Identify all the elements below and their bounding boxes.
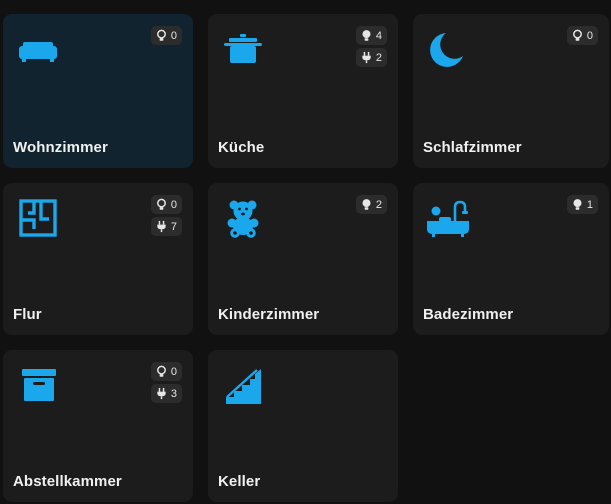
plugs-count: 3 [170,387,177,400]
room-card-wohnzimmer[interactable]: 0 Wohnzimmer [3,14,193,168]
room-name: Schlafzimmer [423,139,522,156]
room-card-abstellkammer[interactable]: 0 3 Abstellkammer [3,350,193,502]
room-card-schlafzimmer[interactable]: 0 Schlafzimmer [413,14,609,168]
room-name: Badezimmer [423,306,514,323]
archive-box-icon [16,366,60,406]
lights-badge: 1 [566,195,598,214]
lights-badge: 0 [150,26,182,45]
room-name: Küche [218,139,265,156]
lights-count: 4 [375,29,382,42]
bathtub-icon [426,199,470,239]
sofa-icon [16,30,60,70]
lights-badge: 4 [355,26,387,45]
teddy-bear-icon [221,199,265,239]
stairs-icon [221,366,265,406]
lightbulb-icon [155,198,168,211]
moon-icon [426,30,470,70]
plugs-badge: 7 [150,217,182,236]
room-card-kinderzimmer[interactable]: 2 Kinderzimmer [208,183,398,335]
lightbulb-icon [155,29,168,42]
lights-count: 2 [375,198,382,211]
rooms-grid: 0 Wohnzimmer 4 2 Küche 0 Schlafzimmer 0 … [3,14,609,502]
floor-plan-icon [16,199,60,239]
room-card-badezimmer[interactable]: 1 Badezimmer [413,183,609,335]
plug-icon [360,51,373,64]
lightbulb-icon [155,365,168,378]
pot-icon [221,30,265,70]
room-name: Flur [13,306,42,323]
room-name: Abstellkammer [13,473,122,490]
room-name: Keller [218,473,261,490]
lightbulb-icon [571,29,584,42]
lightbulb-icon [360,198,373,211]
room-card-keller[interactable]: Keller [208,350,398,502]
lights-badge: 0 [150,362,182,381]
lights-badge: 0 [150,195,182,214]
room-card-kueche[interactable]: 4 2 Küche [208,14,398,168]
room-name: Kinderzimmer [218,306,320,323]
plug-icon [155,387,168,400]
lights-count: 0 [170,29,177,42]
lights-count: 0 [170,365,177,378]
lights-badge: 0 [566,26,598,45]
room-card-flur[interactable]: 0 7 Flur [3,183,193,335]
plugs-badge: 3 [150,384,182,403]
lights-count: 0 [170,198,177,211]
room-name: Wohnzimmer [13,139,108,156]
lights-count: 1 [586,198,593,211]
lightbulb-icon [360,29,373,42]
plugs-count: 7 [170,220,177,233]
plugs-badge: 2 [355,48,387,67]
lightbulb-icon [571,198,584,211]
lights-count: 0 [586,29,593,42]
plugs-count: 2 [375,51,382,64]
plug-icon [155,220,168,233]
lights-badge: 2 [355,195,387,214]
